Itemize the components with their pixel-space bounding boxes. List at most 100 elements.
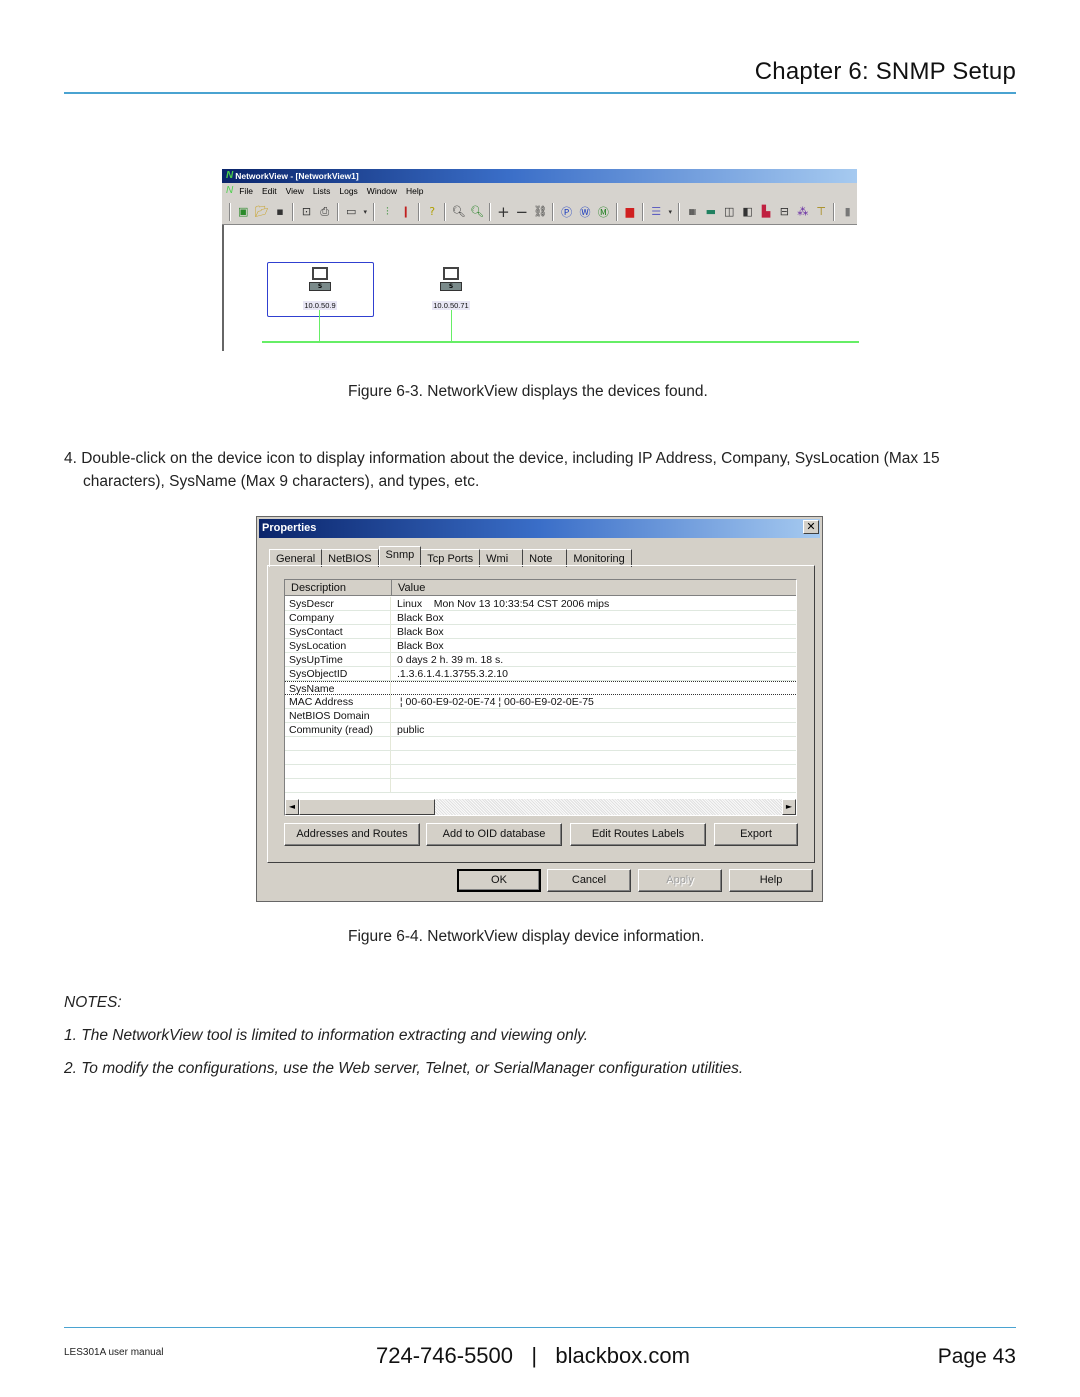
scroll-left-icon[interactable]: ◄	[285, 799, 299, 815]
menu-lists[interactable]: Lists	[313, 183, 330, 199]
tab-snmp[interactable]: Snmp	[378, 546, 422, 567]
menu-view[interactable]: View	[286, 183, 304, 199]
book-icon[interactable]: ◫	[721, 203, 737, 220]
row-value	[391, 682, 397, 694]
properties-grid[interactable]: Description Value SysDescr Linux Mon Nov …	[284, 579, 797, 816]
header-divider	[64, 92, 1016, 94]
addresses-and-routes-button[interactable]: Addresses and Routes	[284, 823, 420, 846]
page-number: Page 43	[937, 1345, 1016, 1368]
help-icon[interactable]: ?	[424, 203, 440, 220]
toolbar-separator	[615, 202, 618, 221]
column-header-description[interactable]: Description	[285, 580, 392, 595]
open-folder-icon[interactable]: 📂︎	[253, 203, 269, 220]
alert-icon[interactable]: ▆	[622, 203, 638, 220]
menu-logs[interactable]: Logs	[339, 183, 357, 199]
network-card-icon[interactable]: ▬	[703, 203, 719, 220]
scrollbar-thumb[interactable]	[299, 799, 435, 815]
add-to-oid-database-button[interactable]: Add to OID database	[426, 823, 562, 846]
menu-window[interactable]: Window	[367, 183, 397, 199]
remove-icon[interactable]: −	[514, 203, 530, 221]
computer-icon: S	[309, 267, 331, 293]
device-props-icon[interactable]: ⫶	[379, 203, 395, 220]
edit-routes-labels-button[interactable]: Edit Routes Labels	[570, 823, 706, 846]
cancel-button[interactable]: Cancel	[547, 869, 631, 892]
toolbar-separator	[489, 202, 492, 221]
row-description: SysObjectID	[285, 667, 391, 680]
table-row[interactable]	[285, 751, 796, 765]
row-value: ¦ 00-60-E9-02-0E-74 ¦ 00-60-E9-02-0E-75	[397, 696, 594, 708]
table-row[interactable]: SysObjectID .1.3.6.1.4.1.3755.3.2.10	[285, 667, 796, 681]
book-open-icon[interactable]: ◧	[739, 203, 755, 220]
row-description: Community (read)	[285, 723, 391, 736]
row-description: SysName	[285, 682, 391, 694]
network-map-canvas[interactable]: S 10.0.50.9 S 10.0.50.71	[222, 225, 859, 351]
device-node[interactable]: S 10.0.50.71	[421, 267, 481, 312]
table-row[interactable]: Company Black Box	[285, 611, 796, 625]
table-row[interactable]: MAC Address ¦ 00-60-E9-02-0E-74 ¦ 00-60-…	[285, 695, 796, 709]
print-icon[interactable]: ⎙	[317, 203, 333, 220]
menu-edit[interactable]: Edit	[262, 183, 277, 199]
row-description	[285, 751, 391, 764]
new-map-icon[interactable]: ▣	[235, 203, 251, 220]
users-icon[interactable]: ⁂	[795, 203, 811, 220]
row-description: SysContact	[285, 625, 391, 638]
ok-button[interactable]: OK	[457, 869, 541, 892]
horizontal-scrollbar[interactable]: ◄ ►	[285, 799, 796, 815]
tool-icon[interactable]: ❙	[398, 203, 414, 220]
list-view-icon[interactable]: ☰	[648, 203, 664, 220]
table-row[interactable]: NetBIOS Domain	[285, 709, 796, 723]
export-button[interactable]: Export	[714, 823, 798, 846]
row-value	[391, 709, 397, 722]
factory-icon[interactable]: ▙	[758, 203, 774, 220]
dropdown-icon[interactable]: ▾	[666, 203, 674, 220]
mib-icon[interactable]: ▦	[684, 203, 700, 220]
table-row[interactable]: SysContact Black Box	[285, 625, 796, 639]
contact-info: 724-746-5500 | blackbox.com	[376, 1343, 690, 1368]
scroll-right-icon[interactable]: ►	[782, 799, 796, 815]
row-value	[391, 765, 397, 778]
close-icon[interactable]: ✕	[803, 520, 819, 534]
tree-icon[interactable]: ⊤	[813, 203, 829, 220]
table-row[interactable]	[285, 737, 796, 751]
menu-bar: N File Edit View Lists Logs Window Help	[222, 183, 857, 199]
computer-icon: S	[440, 267, 462, 293]
row-value	[391, 779, 397, 792]
ping-icon[interactable]: Ⓟ	[558, 203, 574, 220]
add-icon[interactable]: +	[495, 203, 511, 221]
dropdown-icon[interactable]: ▾	[361, 203, 369, 220]
print-preview-icon[interactable]: ⊡	[298, 203, 314, 220]
save-icon[interactable]: ▪	[272, 203, 288, 220]
dialog-title: Properties	[262, 522, 317, 534]
grid-header: Description Value	[285, 580, 796, 596]
find-icon[interactable]: ⛓	[532, 203, 548, 220]
table-row[interactable]	[285, 779, 796, 793]
table-row[interactable]: Community (read) public	[285, 723, 796, 737]
monitor-icon[interactable]: Ⓜ	[595, 203, 611, 220]
footer-divider	[64, 1327, 1016, 1328]
figure-caption: Figure 6-3. NetworkView displays the dev…	[348, 383, 708, 400]
networkview-titlebar: N NetworkView - [NetworkView1]	[222, 169, 857, 183]
zoom-reset-icon[interactable]: 🔍︎	[469, 203, 485, 220]
window-icon[interactable]: ▭	[343, 203, 359, 220]
menu-file[interactable]: File	[239, 183, 253, 199]
dialog-titlebar: Properties	[259, 519, 820, 538]
table-row[interactable]	[285, 765, 796, 779]
row-value: Linux Mon Nov 13 10:33:54 CST 2006 mips	[397, 598, 610, 610]
row-value	[391, 737, 397, 750]
manual-name: LES301A user manual	[64, 1347, 164, 1358]
table-row[interactable]: SysName	[285, 681, 796, 695]
device-node[interactable]: S 10.0.50.9	[290, 267, 350, 312]
table-row[interactable]: SysUpTime 0 days 2 h. 39 m. 18 s.	[285, 653, 796, 667]
web-icon[interactable]: Ⓦ	[577, 203, 593, 220]
computer-icon[interactable]: ⊟	[776, 203, 792, 220]
column-header-value[interactable]: Value	[392, 580, 796, 595]
row-value: 0 days 2 h. 39 m. 18 s.	[397, 654, 504, 666]
menu-help[interactable]: Help	[406, 183, 423, 199]
table-row[interactable]: SysLocation Black Box	[285, 639, 796, 653]
table-row[interactable]: SysDescr Linux Mon Nov 13 10:33:54 CST 20…	[285, 597, 796, 611]
help-button[interactable]: Help	[729, 869, 813, 892]
stop-icon[interactable]: ▮	[839, 203, 855, 220]
toolbar-separator	[292, 202, 295, 221]
zoom-in-icon[interactable]: 🔍︎	[450, 203, 466, 220]
chapter-title: Chapter 6: SNMP Setup	[754, 58, 1016, 85]
